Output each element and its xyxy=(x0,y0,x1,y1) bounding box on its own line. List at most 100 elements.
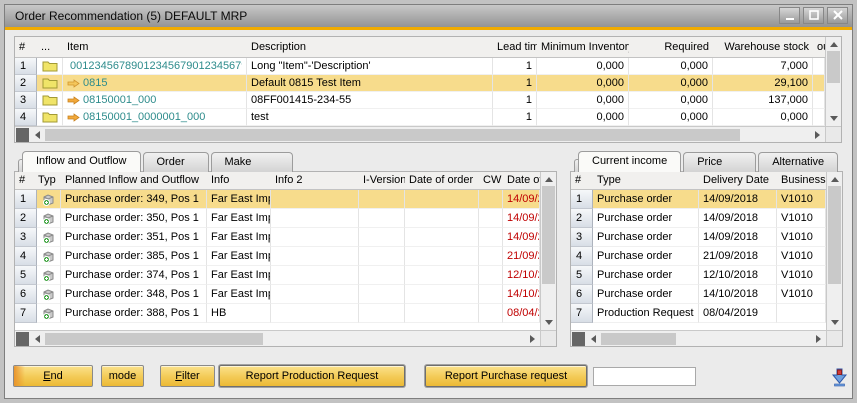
scroll-up-icon[interactable] xyxy=(831,177,839,182)
items-vertical-scrollbar[interactable] xyxy=(825,37,841,126)
scroll-right-icon[interactable] xyxy=(530,335,535,343)
row-number-cell: 3 xyxy=(15,92,37,109)
income-vertical-scrollbar[interactable] xyxy=(826,172,842,330)
item-row[interactable]: 3 08150001_000 08FF001415-234-55 1 0,000… xyxy=(15,92,841,109)
scrollbar-thumb[interactable] xyxy=(45,129,740,141)
filter-button[interactable]: Filter xyxy=(160,365,215,387)
footer-text-input[interactable] xyxy=(593,367,696,386)
delivery-date-cell: 12/10/2018 xyxy=(699,266,777,285)
item-code[interactable]: 001234567890123456790123456790 xyxy=(70,58,242,74)
item-row[interactable]: 1 001234567890123456790123456790 Long "I… xyxy=(15,58,841,75)
info-cell: Far East Imports xyxy=(207,209,271,228)
date-of-cell: 14/09/2 xyxy=(503,190,540,209)
income-row[interactable]: 1 Purchase order 14/09/2018 V1010 xyxy=(571,190,842,209)
scrollbar-thumb[interactable] xyxy=(601,333,676,345)
close-button[interactable] xyxy=(827,7,848,24)
folder-cell[interactable] xyxy=(37,58,63,75)
type-cell xyxy=(37,190,61,209)
titlebar[interactable]: Order Recommendation (5) DEFAULT MRP xyxy=(5,5,852,27)
inflow-horizontal-scrollbar[interactable] xyxy=(15,330,540,346)
scroll-up-icon[interactable] xyxy=(545,177,553,182)
scroll-right-icon[interactable] xyxy=(815,131,820,139)
window-controls xyxy=(779,7,848,24)
inflow-row[interactable]: 2 Purchase order: 350, Pos 1 Far East Im… xyxy=(15,209,556,228)
income-row[interactable]: 2 Purchase order 14/09/2018 V1010 xyxy=(571,209,842,228)
inflow-row[interactable]: 7 Purchase order: 388, Pos 1 HB 08/04/2 xyxy=(15,304,556,323)
info-cell: Far East Imports xyxy=(207,266,271,285)
income-row[interactable]: 5 Purchase order 12/10/2018 V1010 xyxy=(571,266,842,285)
date-of-order-cell xyxy=(405,304,479,323)
type-cell xyxy=(37,247,61,266)
info2-cell xyxy=(271,190,359,209)
maximize-button[interactable] xyxy=(803,7,824,24)
info-cell: HB xyxy=(207,304,271,323)
folder-cell[interactable] xyxy=(37,92,63,109)
scroll-left-icon[interactable] xyxy=(35,335,40,343)
info2-cell xyxy=(271,285,359,304)
scrollbar-split-box[interactable] xyxy=(16,332,29,346)
min-inventory-cell: 0,000 xyxy=(537,58,629,75)
delivery-date-cell: 08/04/2019 xyxy=(699,304,777,323)
scrollbar-split-box[interactable] xyxy=(572,332,585,346)
minimize-button[interactable] xyxy=(779,7,800,24)
tab-current-income[interactable]: Current income xyxy=(578,151,681,172)
type-cell xyxy=(37,285,61,304)
mode-button[interactable]: mode xyxy=(101,365,144,387)
item-code[interactable]: 08150001_000 xyxy=(83,92,156,108)
item-link-arrow-icon[interactable] xyxy=(67,96,80,105)
clipped-cell xyxy=(813,92,825,109)
items-table-header: # ... Item Description Lead time Minimum… xyxy=(15,37,841,58)
scrollbar-thumb[interactable] xyxy=(542,186,555,284)
tab-alternative[interactable]: Alternative xyxy=(758,152,838,172)
scroll-down-icon[interactable] xyxy=(830,116,838,121)
inflow-row[interactable]: 1 Purchase order: 349, Pos 1 Far East Im… xyxy=(15,190,556,209)
scroll-left-icon[interactable] xyxy=(591,335,596,343)
col-header-num: # xyxy=(15,37,37,57)
type-cell: Purchase order xyxy=(593,285,699,304)
inflow-vertical-scrollbar[interactable] xyxy=(540,172,556,330)
scrollbar-thumb[interactable] xyxy=(45,333,263,345)
item-row[interactable]: 4 08150001_0000001_000 test 1 0,000 0,00… xyxy=(15,109,841,126)
scrollbar-split-box[interactable] xyxy=(16,128,29,142)
item-link-arrow-icon[interactable] xyxy=(67,79,80,88)
inflow-row[interactable]: 6 Purchase order: 348, Pos 1 Far East Im… xyxy=(15,285,556,304)
item-code[interactable]: 0815 xyxy=(83,75,107,91)
scroll-up-icon[interactable] xyxy=(830,42,838,47)
tab-price[interactable]: Price xyxy=(683,152,756,172)
scroll-right-icon[interactable] xyxy=(816,335,821,343)
income-row[interactable]: 3 Purchase order 14/09/2018 V1010 xyxy=(571,228,842,247)
inflow-row[interactable]: 3 Purchase order: 351, Pos 1 Far East Im… xyxy=(15,228,556,247)
tab-inflow-and-outflow[interactable]: Inflow and Outflow xyxy=(22,151,141,172)
folder-icon xyxy=(42,111,58,123)
scroll-down-icon[interactable] xyxy=(831,320,839,325)
income-horizontal-scrollbar[interactable] xyxy=(571,330,826,346)
item-code[interactable]: 08150001_0000001_000 xyxy=(83,109,205,125)
item-row[interactable]: 2 0815 Default 0815 Test Item 1 0,000 0,… xyxy=(15,75,841,92)
folder-cell[interactable] xyxy=(37,75,63,92)
scrollbar-corner xyxy=(826,330,842,346)
i-version-cell xyxy=(359,228,405,247)
inflow-row[interactable]: 5 Purchase order: 374, Pos 1 Far East Im… xyxy=(15,266,556,285)
tab-order[interactable]: Order xyxy=(143,152,209,172)
item-link-arrow-icon[interactable] xyxy=(67,113,80,122)
tab-make[interactable]: Make xyxy=(211,152,293,172)
min-inventory-cell: 0,000 xyxy=(537,109,629,126)
cw-cell xyxy=(479,190,503,209)
scroll-left-icon[interactable] xyxy=(35,131,40,139)
income-row[interactable]: 6 Purchase order 14/10/2018 V1010 xyxy=(571,285,842,304)
items-horizontal-scrollbar[interactable] xyxy=(15,126,825,142)
description-cell: Long "Item"-'Description' xyxy=(247,58,493,75)
inflow-row[interactable]: 4 Purchase order: 385, Pos 1 Far East Im… xyxy=(15,247,556,266)
end-button[interactable]: End xyxy=(13,365,93,387)
report-production-request-button[interactable]: Report Production Request xyxy=(219,365,405,387)
jump-to-bottom-icon[interactable] xyxy=(831,367,848,388)
folder-cell[interactable] xyxy=(37,109,63,126)
income-row[interactable]: 7 Production Request 08/04/2019 xyxy=(571,304,842,323)
scrollbar-thumb[interactable] xyxy=(827,51,840,83)
scroll-down-icon[interactable] xyxy=(545,320,553,325)
report-purchase-request-button[interactable]: Report Purchase request xyxy=(425,365,587,387)
type-cell xyxy=(37,304,61,323)
scrollbar-thumb[interactable] xyxy=(828,186,841,284)
income-row[interactable]: 4 Purchase order 21/09/2018 V1010 xyxy=(571,247,842,266)
date-of-order-cell xyxy=(405,190,479,209)
